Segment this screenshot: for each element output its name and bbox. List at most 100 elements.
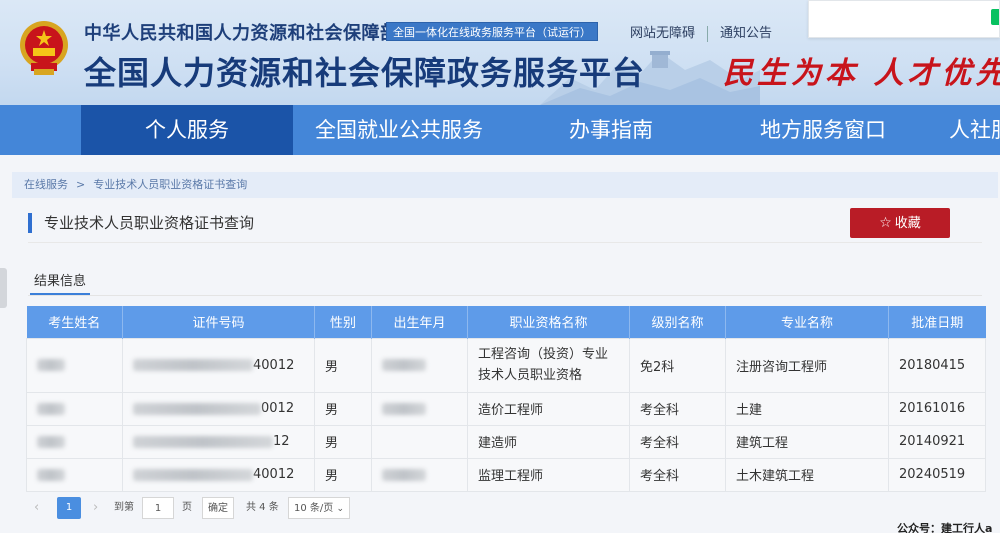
accessibility-link[interactable]: 网站无障碍: [630, 26, 695, 41]
nav-item-personal-services[interactable]: 个人服务: [81, 105, 293, 155]
gender-cell: 男: [314, 424, 372, 459]
watermark: 公众号：建工行人a: [897, 522, 993, 533]
id-cell: 12: [122, 424, 315, 459]
name-cell: [26, 391, 123, 426]
favorite-button[interactable]: ☆ 收藏: [850, 208, 950, 238]
major-cell: 建筑工程: [725, 424, 889, 459]
tab-active-indicator: [30, 293, 90, 295]
favorite-label: 收藏: [894, 216, 921, 231]
floating-panel: [808, 0, 1000, 38]
id-tail: 40012: [253, 357, 295, 373]
id-tail: 0012: [261, 401, 295, 416]
chevron-down-icon: ⌄: [336, 504, 345, 514]
gender-cell: 男: [314, 391, 372, 426]
redacted-id: [133, 359, 253, 371]
platform-title: 全国人力资源和社会保障政务服务平台: [84, 54, 646, 92]
nav-item-employment-services[interactable]: 全国就业公共服务: [293, 105, 505, 155]
redacted-birth: [382, 402, 426, 415]
notice-link[interactable]: 通知公告: [720, 26, 772, 41]
breadcrumb: 在线服务 > 专业技术人员职业资格证书查询: [12, 172, 998, 198]
birth-cell: [371, 457, 468, 492]
nav-item-local-windows[interactable]: 地方服务窗口: [717, 105, 929, 155]
date-cell: 20140921: [888, 424, 986, 459]
ministry-name: 中华人民共和国人力资源和社会保障部: [84, 23, 399, 44]
title-accent-bar: [28, 213, 32, 233]
id-cell: 0012: [122, 391, 315, 426]
date-cell: 20161016: [888, 391, 986, 426]
level-cell: 考全科: [629, 457, 726, 492]
top-links: 网站无障碍 通知公告: [630, 22, 772, 42]
platform-tag: 全国一体化在线政务服务平台（试运行）: [386, 22, 598, 41]
redacted-name: [37, 435, 65, 448]
next-page-icon[interactable]: ›: [93, 497, 98, 519]
column-header-birth: 出生年月: [371, 306, 468, 338]
page-unit-label: 页: [182, 502, 192, 513]
qualification-cell: 造价工程师: [467, 391, 630, 426]
gender-cell: 男: [314, 337, 372, 393]
table-header-row: 考生姓名 证件号码 性别 出生年月 职业资格名称 级别名称 专业名称 批准日期: [26, 306, 986, 338]
tab-divider: [28, 295, 982, 296]
side-drawer-handle[interactable]: [0, 268, 7, 308]
national-emblem-icon: [20, 21, 68, 75]
date-cell: 20240519: [888, 457, 986, 492]
column-header-date: 批准日期: [888, 306, 986, 338]
total-count: 共 4 条: [246, 502, 279, 513]
redacted-name: [37, 402, 65, 415]
id-cell: 40012: [122, 457, 315, 492]
title-divider: [28, 242, 982, 243]
redacted-birth: [382, 468, 426, 481]
column-header-level: 级别名称: [629, 306, 726, 338]
confirm-button[interactable]: 确定: [202, 497, 234, 519]
breadcrumb-separator: >: [76, 178, 86, 191]
column-header-name: 考生姓名: [26, 306, 123, 338]
gender-cell: 男: [314, 457, 372, 492]
green-indicator: [991, 9, 999, 25]
date-cell: 20180415: [888, 337, 986, 393]
birth-cell: [371, 391, 468, 426]
nav-item-mohrss[interactable]: 人社服: [929, 105, 1000, 155]
nav-item-service-guide[interactable]: 办事指南: [505, 105, 717, 155]
prev-page-icon[interactable]: ‹: [34, 497, 39, 519]
id-tail: 40012: [253, 467, 295, 482]
goto-label: 到第: [114, 502, 134, 513]
top-links-divider: [707, 25, 709, 42]
name-cell: [26, 337, 123, 393]
name-cell: [26, 424, 123, 459]
page-title: 专业技术人员职业资格证书查询: [44, 214, 255, 232]
table-row: 0012 男 造价工程师 考全科 土建 20161016: [26, 391, 986, 426]
birth-cell: [371, 337, 468, 393]
results-table: 考生姓名 证件号码 性别 出生年月 职业资格名称 级别名称 专业名称 批准日期 …: [26, 306, 986, 492]
page-size-value: 10 条/页: [294, 503, 334, 514]
table-row: 12 男 建造师 考全科 建筑工程 20140921: [26, 424, 986, 459]
qualification-cell: 工程咨询（投资）专业技术人员职业资格: [467, 337, 630, 393]
page-size-select[interactable]: 10 条/页 ⌄: [288, 497, 350, 519]
column-header-major: 专业名称: [725, 306, 889, 338]
redacted-id: [133, 402, 261, 415]
redacted-name: [37, 359, 65, 371]
tab-results[interactable]: 结果信息: [34, 270, 86, 289]
main-nav: 个人服务 全国就业公共服务 办事指南 地方服务窗口 人社服: [0, 105, 1000, 155]
redacted-id: [133, 435, 273, 448]
breadcrumb-home[interactable]: 在线服务: [24, 178, 68, 191]
redacted-birth: [382, 359, 426, 371]
id-cell: 40012: [122, 337, 315, 393]
column-header-qualification: 职业资格名称: [467, 306, 630, 338]
major-cell: 土建: [725, 391, 889, 426]
column-header-id: 证件号码: [122, 306, 315, 338]
birth-cell: [371, 424, 468, 459]
level-cell: 免2科: [629, 337, 726, 393]
major-cell: 注册咨询工程师: [725, 337, 889, 393]
redacted-name: [37, 468, 65, 481]
major-cell: 土木建筑工程: [725, 457, 889, 492]
page-jump-input[interactable]: 1: [142, 497, 174, 519]
star-icon: ☆: [879, 215, 892, 231]
table-row: 40012 男 工程咨询（投资）专业技术人员职业资格 免2科 注册咨询工程师 2…: [26, 337, 986, 393]
slogan: 民生为本 人才优先: [723, 56, 1000, 91]
column-header-gender: 性别: [314, 306, 372, 338]
redacted-id: [133, 468, 253, 481]
table-row: 40012 男 监理工程师 考全科 土木建筑工程 20240519: [26, 457, 986, 492]
qualification-cell: 建造师: [467, 424, 630, 459]
breadcrumb-current: 专业技术人员职业资格证书查询: [93, 178, 248, 191]
level-cell: 考全科: [629, 391, 726, 426]
page-number-current[interactable]: 1: [57, 497, 81, 519]
